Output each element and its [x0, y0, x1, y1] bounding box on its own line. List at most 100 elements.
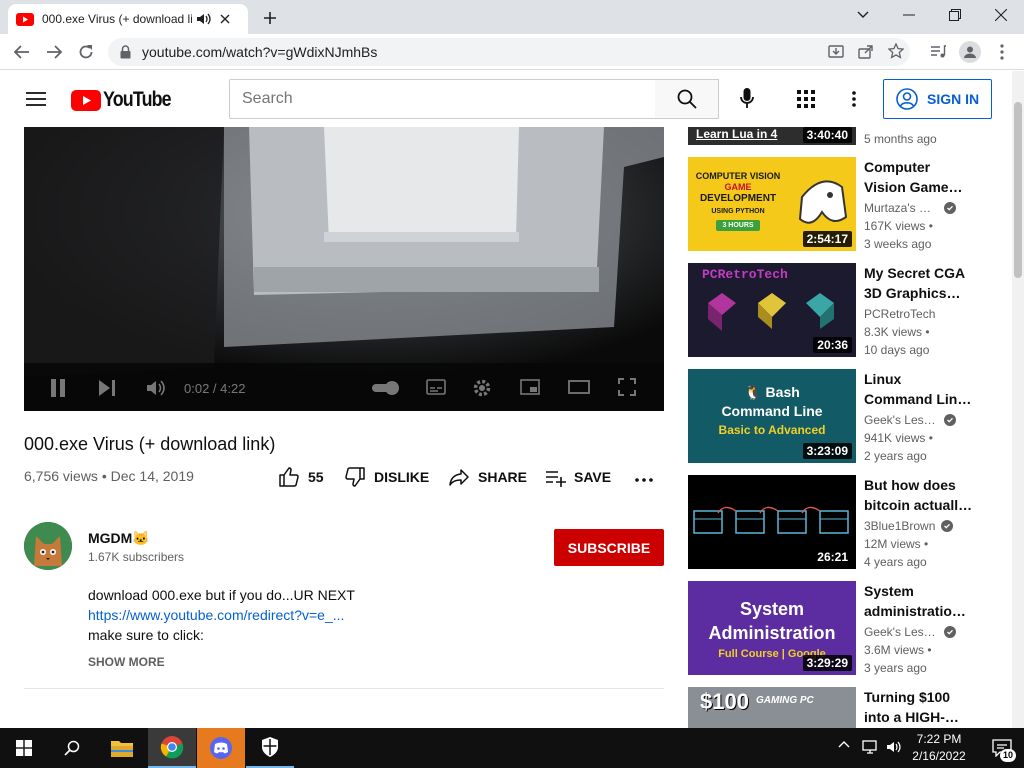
- window-restore-icon[interactable]: [932, 0, 978, 30]
- apps-grid-icon[interactable]: [796, 89, 816, 109]
- video-title[interactable]: Linux Command Lin…: [864, 369, 994, 409]
- page-scrollbar-thumb[interactable]: [1014, 102, 1022, 278]
- subtitles-icon[interactable]: [426, 379, 446, 395]
- tab-title: 000.exe Virus (+ download link): [42, 12, 192, 26]
- search-button[interactable]: [655, 79, 719, 119]
- action-center-button[interactable]: 10: [980, 728, 1024, 768]
- next-video-icon[interactable]: [98, 380, 116, 396]
- autoplay-toggle-icon[interactable]: [372, 381, 402, 395]
- title-line: System: [864, 583, 914, 599]
- video-title[interactable]: System administratio…: [864, 581, 994, 621]
- upload-age: 5 months ago: [864, 132, 937, 146]
- youtube-logo[interactable]: YouTube: [71, 88, 183, 112]
- video-title[interactable]: Computer Vision Game…: [864, 157, 994, 197]
- account-circle-icon: [896, 88, 918, 110]
- chevron-up-icon[interactable]: [838, 740, 850, 748]
- like-button[interactable]: 55: [278, 466, 324, 488]
- system-clock[interactable]: 7:22 PM 2/16/2022: [896, 731, 982, 765]
- address-bar[interactable]: youtube.com/watch?v=gWdixNJmhBs: [108, 38, 910, 66]
- settings-gear-icon[interactable]: [472, 378, 492, 398]
- miniplayer-icon[interactable]: [520, 379, 540, 395]
- channel-avatar[interactable]: [24, 522, 72, 570]
- video-thumbnail[interactable]: System Administration Full Course | Goog…: [688, 581, 856, 675]
- channel-label: Murtaza's W…: [864, 201, 938, 215]
- sign-in-button[interactable]: SIGN IN: [883, 79, 992, 119]
- tab-close-icon[interactable]: [220, 14, 230, 24]
- video-meta: 6,756 views • Dec 14, 2019: [24, 468, 194, 484]
- settings-more-icon[interactable]: [846, 89, 862, 109]
- subscriber-count: 1.67K subscribers: [88, 550, 185, 564]
- video-title[interactable]: But how does bitcoin actuall…: [864, 475, 994, 515]
- video-title[interactable]: My Secret CGA 3D Graphics…: [864, 263, 994, 303]
- video-title[interactable]: Turning $100 into a HIGH-…: [864, 687, 994, 727]
- related-video[interactable]: 🐧 Bash Command Line Basic to Advanced 3:…: [688, 369, 998, 463]
- volume-icon[interactable]: [146, 379, 166, 397]
- verified-check-icon: [941, 520, 954, 532]
- profile-avatar-icon[interactable]: [959, 41, 981, 63]
- description-link[interactable]: https://www.youtube.com/redirect?v=e_...: [88, 607, 344, 623]
- view-count: 12M views •: [864, 537, 929, 551]
- browser-toolbar: youtube.com/watch?v=gWdixNJmhBs: [0, 34, 1024, 70]
- related-video[interactable]: Learn Lua in 4 3:40:40 5 months ago: [688, 127, 998, 146]
- tab-audio-icon[interactable]: [196, 12, 212, 26]
- channel-name[interactable]: 3Blue1Brown: [864, 519, 954, 533]
- upload-age: 10 days ago: [864, 343, 930, 357]
- save-button[interactable]: SAVE: [544, 466, 611, 488]
- network-icon[interactable]: [862, 740, 880, 754]
- video-thumbnail[interactable]: Learn Lua in 4 3:40:40: [688, 127, 856, 145]
- more-actions-icon[interactable]: [634, 472, 654, 488]
- show-more-button[interactable]: SHOW MORE: [88, 655, 165, 669]
- related-video[interactable]: $100 GAMING PC Turning $100 into a HIGH-…: [688, 687, 998, 728]
- channel-name[interactable]: MGDM🐱: [88, 530, 150, 547]
- related-video[interactable]: 26:21 But how does bitcoin actuall… 3Blue…: [688, 475, 998, 569]
- share-page-icon[interactable]: [858, 44, 874, 60]
- security-taskbar[interactable]: [246, 728, 294, 768]
- video-thumbnail[interactable]: COMPUTER VISION GAME DEVELOPMENT USING P…: [688, 157, 856, 251]
- forward-arrow-icon[interactable]: [44, 42, 64, 62]
- thumbs-down-icon: [345, 467, 365, 487]
- hamburger-menu-icon[interactable]: [24, 89, 48, 109]
- related-video[interactable]: PCRetroTech 20:36 My Secret CGA 3D Graphi…: [688, 263, 998, 357]
- share-button[interactable]: SHARE: [448, 466, 527, 488]
- pause-icon[interactable]: [50, 379, 66, 397]
- thumbnail-text: USING PYTHON: [711, 208, 765, 215]
- reload-icon[interactable]: [76, 42, 96, 62]
- channel-name[interactable]: Murtaza's W…: [864, 201, 956, 215]
- microphone-icon[interactable]: [736, 87, 758, 111]
- description-line: make sure to click:: [88, 627, 204, 643]
- video-player[interactable]: 0:02 / 4:22: [24, 127, 664, 411]
- search-box[interactable]: [229, 79, 656, 119]
- video-thumbnail[interactable]: 🐧 Bash Command Line Basic to Advanced 3:…: [688, 369, 856, 463]
- video-thumbnail[interactable]: PCRetroTech 20:36: [688, 263, 856, 357]
- channel-name[interactable]: PCRetroTech: [864, 307, 935, 321]
- subscribe-button[interactable]: SUBSCRIBE: [554, 529, 664, 566]
- related-video[interactable]: COMPUTER VISION GAME DEVELOPMENT USING P…: [688, 157, 998, 251]
- cat-avatar-icon: [24, 522, 72, 570]
- channel-name[interactable]: Geek's Less…: [864, 625, 956, 639]
- channel-name[interactable]: Geek's Less…: [864, 413, 956, 427]
- taskbar-search-button[interactable]: [48, 728, 96, 768]
- video-thumbnail[interactable]: 26:21: [688, 475, 856, 569]
- dislike-button[interactable]: DISLIKE: [344, 466, 429, 488]
- discord-taskbar[interactable]: [197, 728, 245, 768]
- browser-tab[interactable]: 000.exe Virus (+ download link): [8, 4, 248, 34]
- bookmark-star-icon[interactable]: [888, 43, 904, 59]
- title-line: Computer: [864, 159, 931, 175]
- theater-mode-icon[interactable]: [568, 380, 590, 394]
- chrome-menu-icon[interactable]: [994, 42, 1010, 62]
- start-button[interactable]: [0, 728, 48, 768]
- file-explorer-taskbar[interactable]: [98, 728, 146, 768]
- fullscreen-icon[interactable]: [618, 378, 636, 396]
- related-video[interactable]: System Administration Full Course | Goog…: [688, 581, 998, 675]
- window-close-icon[interactable]: [978, 0, 1024, 30]
- back-arrow-icon[interactable]: [12, 42, 32, 62]
- lock-icon[interactable]: [120, 45, 131, 59]
- video-thumbnail[interactable]: $100 GAMING PC: [688, 687, 856, 728]
- tab-search-chevron-down-icon[interactable]: [840, 0, 886, 30]
- window-minimize-icon[interactable]: [886, 0, 932, 30]
- media-control-icon[interactable]: [928, 42, 948, 62]
- search-input[interactable]: [230, 80, 655, 118]
- new-tab-icon[interactable]: [260, 8, 280, 28]
- install-app-icon[interactable]: [828, 44, 844, 60]
- chrome-taskbar[interactable]: [148, 728, 196, 768]
